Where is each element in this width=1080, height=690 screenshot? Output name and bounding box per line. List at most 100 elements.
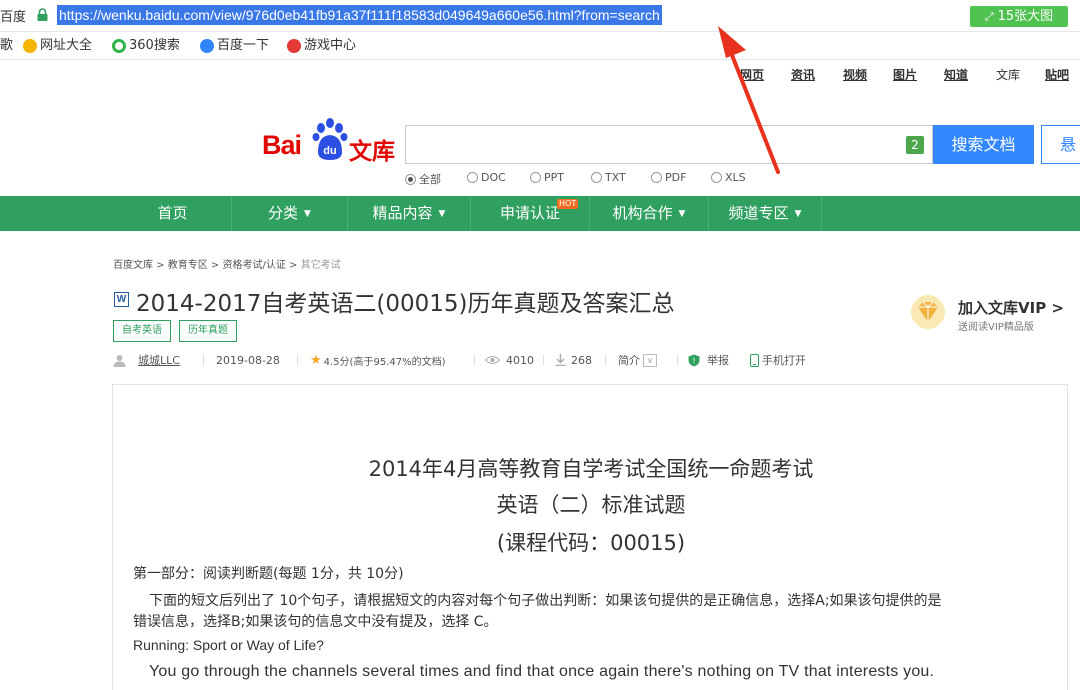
url-field[interactable]: https://wenku.baidu.com/view/976d0eb41fb… bbox=[57, 5, 662, 25]
document-page: 2014年4月高等教育自学考试全国统一命题考试 英语（二）标准试题 (课程代码：… bbox=[112, 384, 1068, 690]
doc-paragraph: 错误信息，选择B;如果该句的信息文中没有提及，选择 C。 bbox=[133, 614, 498, 630]
meta-divider bbox=[543, 355, 544, 365]
intro-label: 简介 bbox=[618, 354, 640, 367]
rating-text: 4.5分(高于95.47%的文档) bbox=[323, 356, 446, 368]
radio-icon bbox=[467, 172, 478, 183]
filter-label: TXT bbox=[605, 171, 626, 184]
breadcrumb-item[interactable]: 其它考试 bbox=[301, 260, 341, 271]
star-icon: ★ bbox=[310, 352, 322, 368]
breadcrumb-item[interactable]: 资格考试/认证 bbox=[223, 260, 286, 271]
top-link-tieba[interactable]: 贴吧 bbox=[1045, 66, 1069, 83]
top-link-zhidao[interactable]: 知道 bbox=[944, 66, 968, 83]
tag-item[interactable]: 历年真题 bbox=[179, 320, 237, 342]
nav-divider bbox=[821, 196, 822, 231]
top-link-wenku[interactable]: 文库 bbox=[996, 66, 1020, 83]
nav-category[interactable]: 分类 ▼ bbox=[232, 196, 347, 231]
logo-wenku-text: 文库 bbox=[349, 139, 395, 165]
nav-premium[interactable]: 精品内容 ▼ bbox=[348, 196, 470, 231]
meta-divider bbox=[677, 355, 678, 365]
baidu-wenku-logo[interactable]: Bai du 文库 bbox=[262, 116, 397, 165]
intro-toggle[interactable]: 简介 ∨ bbox=[618, 352, 657, 368]
address-label: 百度 bbox=[0, 10, 27, 25]
caret-down-icon: ▼ bbox=[304, 209, 311, 219]
diamond-vip-icon bbox=[911, 295, 945, 329]
doc-passage-title: Running: Sport or Way of Life? bbox=[133, 637, 324, 653]
large-images-button[interactable]: ⤢ 15张大图 bbox=[970, 6, 1068, 27]
tag-item[interactable]: 自考英语 bbox=[113, 320, 171, 342]
view-count: 4010 bbox=[485, 352, 534, 368]
bookmark-item[interactable]: 360搜索 bbox=[112, 37, 180, 55]
nav-channels[interactable]: 频道专区 ▼ bbox=[709, 196, 821, 231]
filter-doc[interactable]: DOC bbox=[467, 171, 506, 184]
report-link[interactable]: ! 举报 bbox=[688, 352, 729, 368]
svg-text:!: ! bbox=[692, 356, 695, 365]
nav-home[interactable]: 首页 bbox=[115, 196, 230, 231]
main-nav: 首页 分类 ▼ 精品内容 ▼ 申请认证 机构合作 ▼ 频道专区 ▼ bbox=[0, 196, 1080, 231]
radio-icon bbox=[651, 172, 662, 183]
filter-all[interactable]: 全部 bbox=[405, 171, 441, 187]
vip-join-link[interactable]: 加入文库VIP > bbox=[958, 297, 1064, 318]
bookmark-label: 游戏中心 bbox=[304, 38, 357, 53]
bookmark-item[interactable]: 网址大全 bbox=[23, 37, 92, 55]
author[interactable]: 城城LLC bbox=[113, 352, 180, 368]
phone-icon bbox=[750, 353, 759, 367]
bookmark-label: 百度一下 bbox=[217, 38, 270, 53]
doc-paragraph: You go through the channels several time… bbox=[149, 663, 935, 680]
shield-icon: ! bbox=[688, 354, 700, 366]
doc-heading: 2014年4月高等教育自学考试全国统一命题考试 bbox=[368, 457, 814, 481]
breadcrumb-item[interactable]: 百度文库 bbox=[113, 260, 153, 271]
breadcrumb-item[interactable]: 教育专区 bbox=[168, 260, 208, 271]
view-count-text: 4010 bbox=[506, 353, 534, 367]
meta-divider bbox=[605, 355, 606, 365]
filter-label: DOC bbox=[481, 171, 506, 184]
doc-section-title: 第一部分：阅读判断题(每题 1分，共 10分) bbox=[133, 566, 404, 582]
search-docs-button[interactable]: 搜索文档 bbox=[933, 125, 1034, 164]
filter-label: 全部 bbox=[419, 173, 441, 186]
meta-divider bbox=[203, 355, 204, 365]
eye-icon bbox=[485, 356, 500, 364]
bookmark-label: 歌 bbox=[0, 38, 14, 53]
filter-ppt[interactable]: PPT bbox=[530, 171, 564, 184]
nav-partners[interactable]: 机构合作 ▼ bbox=[590, 196, 708, 231]
caret-down-icon: ▼ bbox=[678, 209, 686, 219]
nav-label: 频道专区 bbox=[728, 204, 789, 222]
search-input[interactable]: 2 bbox=[405, 125, 933, 164]
user-icon bbox=[113, 354, 126, 367]
author-name: 城城LLC bbox=[138, 354, 180, 367]
doc-meta: 城城LLC 2019-08-28 ★ 4.5分(高于95.47%的文档) 4010… bbox=[113, 352, 833, 368]
radio-icon bbox=[591, 172, 602, 183]
vip-subtitle: 送阅读VIP精品版 bbox=[958, 322, 1034, 333]
large-images-label: 15张大图 bbox=[997, 9, 1054, 24]
paw-logo-icon: du bbox=[312, 118, 348, 160]
radio-checked-icon bbox=[405, 173, 416, 185]
game-center-icon bbox=[287, 39, 301, 53]
caret-down-icon: ▼ bbox=[794, 209, 802, 219]
publish-date: 2019-08-28 bbox=[216, 353, 280, 367]
bookmark-item[interactable]: 游戏中心 bbox=[287, 37, 356, 55]
filter-label: PDF bbox=[665, 171, 687, 184]
filter-label: PPT bbox=[544, 171, 564, 184]
nav-label: 精品内容 bbox=[372, 204, 433, 222]
expand-icon: ⤢ bbox=[984, 10, 994, 23]
doc-course-code: (课程代码：00015) bbox=[496, 531, 686, 555]
filter-txt[interactable]: TXT bbox=[591, 171, 626, 184]
bookmark-label: 网址大全 bbox=[40, 38, 93, 53]
hot-badge: HOT bbox=[557, 199, 579, 209]
site-nav-icon bbox=[23, 39, 37, 53]
nav-label: 机构合作 bbox=[612, 204, 673, 222]
mobile-open-link[interactable]: 手机打开 bbox=[750, 352, 806, 368]
bookmark-item[interactable]: 百度一下 bbox=[200, 37, 269, 55]
top-link-video[interactable]: 视频 bbox=[843, 66, 867, 83]
radio-icon bbox=[530, 172, 541, 183]
breadcrumb: 百度文库 > 教育专区 > 资格考试/认证 > 其它考试 bbox=[113, 260, 341, 271]
bounty-button[interactable]: 悬 bbox=[1041, 125, 1080, 164]
search-count-badge: 2 bbox=[906, 136, 924, 154]
meta-divider bbox=[474, 355, 475, 365]
lock-icon bbox=[37, 8, 48, 21]
bookmark-item[interactable]: 歌 bbox=[0, 37, 13, 55]
doc-subheading: 英语（二）标准试题 bbox=[496, 493, 686, 517]
bookmark-label: 360搜索 bbox=[129, 38, 180, 53]
download-count: 268 bbox=[555, 352, 592, 368]
top-link-image[interactable]: 图片 bbox=[893, 66, 917, 83]
filter-pdf[interactable]: PDF bbox=[651, 171, 686, 184]
